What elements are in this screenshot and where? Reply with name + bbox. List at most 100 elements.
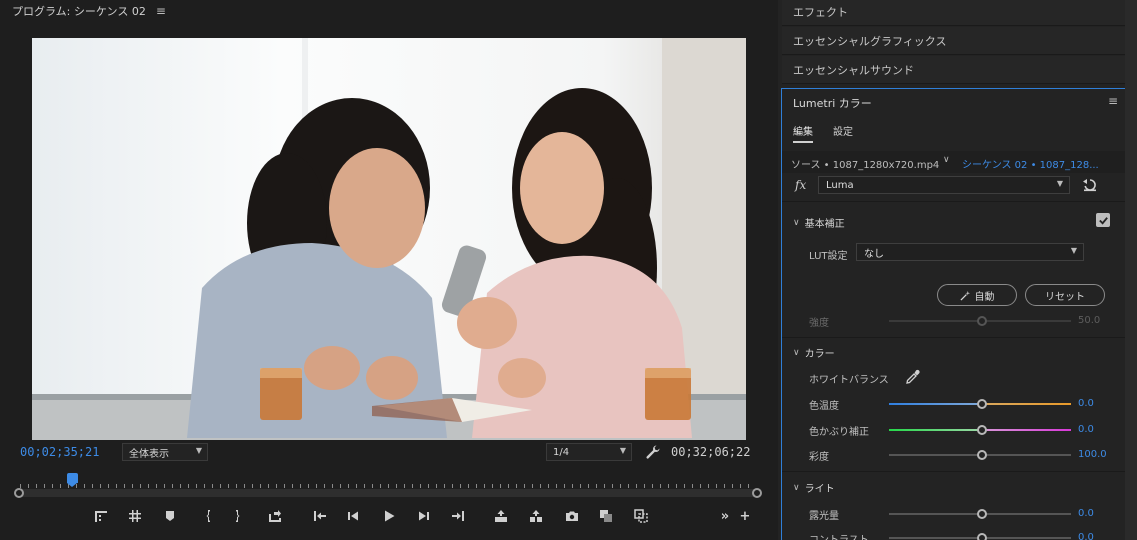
- temperature-value[interactable]: 0.0: [1078, 398, 1094, 409]
- mark-in-icon[interactable]: [198, 507, 216, 525]
- timecode-bar: 00;02;35;21 全体表示 ▼ 1/4 ▼ 00;32;06;22: [0, 442, 772, 464]
- exposure-label: 露光量: [809, 511, 839, 522]
- zoom-handle-left[interactable]: [14, 488, 24, 498]
- intensity-slider: [889, 316, 1071, 326]
- essential-graphics-panel-tab[interactable]: エッセンシャルグラフィックス: [782, 27, 1125, 55]
- effects-panel-tab[interactable]: エフェクト: [782, 0, 1125, 26]
- chevron-down-icon: ∨: [793, 347, 800, 358]
- chevron-down-icon[interactable]: ∨: [943, 155, 950, 165]
- step-back-icon[interactable]: [344, 507, 362, 525]
- contrast-slider[interactable]: [889, 533, 1071, 540]
- zoom-handle-right[interactable]: [752, 488, 762, 498]
- chevron-down-icon: ∨: [793, 482, 800, 493]
- mark-out-icon[interactable]: [230, 507, 248, 525]
- tab-edit[interactable]: 編集: [793, 123, 813, 143]
- safe-margins-icon[interactable]: [126, 507, 144, 525]
- panel-scrollbar[interactable]: [1125, 0, 1137, 540]
- extract-icon[interactable]: [527, 507, 545, 525]
- chevron-down-icon: ▼: [619, 446, 626, 455]
- slider-knob[interactable]: [977, 533, 987, 540]
- reset-button[interactable]: リセット: [1025, 284, 1105, 306]
- essential-sound-panel-tab[interactable]: エッセンシャルサウンド: [782, 56, 1125, 84]
- auto-button[interactable]: 自動: [937, 284, 1017, 306]
- playhead-marker[interactable]: [67, 473, 78, 487]
- slider-knob: [977, 316, 987, 326]
- slider-knob[interactable]: [977, 425, 987, 435]
- effects-panel-label: エフェクト: [793, 5, 848, 19]
- slider-knob[interactable]: [977, 509, 987, 519]
- go-to-in-point-icon[interactable]: [311, 507, 329, 525]
- chevron-down-icon: ∨: [793, 217, 800, 228]
- current-timecode[interactable]: 00;02;35;21: [20, 445, 99, 459]
- sequence-clip-label[interactable]: シーケンス 02 • 1087_128...: [962, 156, 1099, 171]
- exposure-value[interactable]: 0.0: [1078, 508, 1094, 519]
- color-section-header[interactable]: ∨ カラー: [793, 345, 835, 361]
- button-editor-add-icon[interactable]: +: [736, 507, 754, 525]
- auto-button-label: 自動: [974, 291, 995, 303]
- effect-dropdown-value: Luma: [826, 179, 854, 191]
- step-forward-icon[interactable]: [415, 507, 433, 525]
- lumetri-tabs: 編集 設定: [793, 123, 853, 143]
- slider-knob[interactable]: [977, 399, 987, 409]
- tint-slider[interactable]: [889, 425, 1071, 435]
- playback-resolution-value: 1/4: [553, 446, 570, 458]
- saturation-value[interactable]: 100.0: [1078, 449, 1107, 460]
- program-monitor-header: プログラム: シーケンス 02 ≡: [12, 4, 166, 18]
- fit-zoom-value: 全体表示: [129, 448, 169, 460]
- fit-zoom-dropdown[interactable]: 全体表示 ▼: [122, 443, 208, 461]
- go-to-in-export-icon[interactable]: [266, 507, 284, 525]
- chevron-down-icon: ▼: [1056, 179, 1063, 188]
- panel-menu-icon[interactable]: ≡: [156, 4, 166, 18]
- video-preview[interactable]: [32, 38, 746, 440]
- light-section-header[interactable]: ∨ ライト: [793, 480, 835, 496]
- lut-setting-dropdown[interactable]: なし ▼: [856, 243, 1084, 261]
- lift-icon[interactable]: [492, 507, 510, 525]
- play-icon[interactable]: [380, 507, 398, 525]
- add-marker-icon[interactable]: [161, 507, 179, 525]
- saturation-slider[interactable]: [889, 450, 1071, 460]
- program-monitor-title[interactable]: プログラム: シーケンス 02: [12, 3, 146, 19]
- more-controls-icon[interactable]: »: [716, 507, 734, 525]
- temperature-slider[interactable]: [889, 399, 1071, 409]
- tint-value[interactable]: 0.0: [1078, 424, 1094, 435]
- white-balance-label: ホワイトバランス: [809, 375, 889, 386]
- right-panel-stack: エフェクト エッセンシャルグラフィックス エッセンシャルサウンド Lumetri…: [778, 0, 1137, 540]
- program-monitor-panel: プログラム: シーケンス 02 ≡ 00;02;35;21 全体表示 ▼ 1/4…: [0, 0, 772, 540]
- essential-graphics-panel-label: エッセンシャルグラフィックス: [793, 34, 947, 48]
- source-clip-label[interactable]: ソース • 1087_1280x720.mp4: [791, 156, 939, 171]
- transport-controls: » +: [0, 504, 772, 530]
- mark-in-out-icon[interactable]: [92, 507, 110, 525]
- basic-correction-label: 基本補正: [804, 219, 845, 230]
- reset-button-label: リセット: [1045, 291, 1085, 303]
- toggle-proxies-icon[interactable]: [632, 507, 650, 525]
- lut-setting-value: なし: [864, 248, 884, 260]
- eyedropper-icon[interactable]: [905, 369, 921, 385]
- go-to-out-point-icon[interactable]: [449, 507, 467, 525]
- effect-selector-row: fx Luma ▼: [782, 175, 1126, 197]
- ruler-ticks: [20, 484, 756, 488]
- contrast-label: コントラスト: [809, 531, 869, 540]
- fx-icon[interactable]: fx: [795, 178, 806, 192]
- basic-correction-header[interactable]: ∨ 基本補正: [793, 215, 845, 231]
- checkmark-icon: [1098, 216, 1108, 225]
- timeline-ruler[interactable]: [14, 470, 762, 500]
- wrench-settings-icon[interactable]: [645, 444, 661, 460]
- playback-resolution-dropdown[interactable]: 1/4 ▼: [546, 443, 632, 461]
- basic-correction-enable-checkbox[interactable]: [1096, 213, 1110, 227]
- exposure-slider[interactable]: [889, 509, 1071, 519]
- reset-effect-icon[interactable]: [1082, 177, 1098, 193]
- lumetri-color-panel: Lumetri カラー ≡ 編集 設定 ソース • 1087_1280x720.…: [781, 88, 1127, 540]
- zoom-scroll-bar[interactable]: [20, 489, 756, 497]
- panel-menu-icon[interactable]: ≡: [1108, 94, 1118, 108]
- export-frame-camera-icon[interactable]: [563, 507, 581, 525]
- source-sequence-selector: ソース • 1087_1280x720.mp4 ∨ シーケンス 02 • 108…: [782, 151, 1126, 173]
- tab-settings[interactable]: 設定: [833, 123, 853, 143]
- slider-knob[interactable]: [977, 450, 987, 460]
- chevron-down-icon: ▼: [195, 446, 202, 455]
- effect-dropdown[interactable]: Luma ▼: [818, 176, 1070, 194]
- compare-view-icon[interactable]: [597, 507, 615, 525]
- contrast-value[interactable]: 0.0: [1078, 532, 1094, 540]
- light-section-label: ライト: [804, 484, 835, 495]
- lumetri-panel-title[interactable]: Lumetri カラー: [793, 95, 872, 111]
- saturation-label: 彩度: [809, 452, 829, 463]
